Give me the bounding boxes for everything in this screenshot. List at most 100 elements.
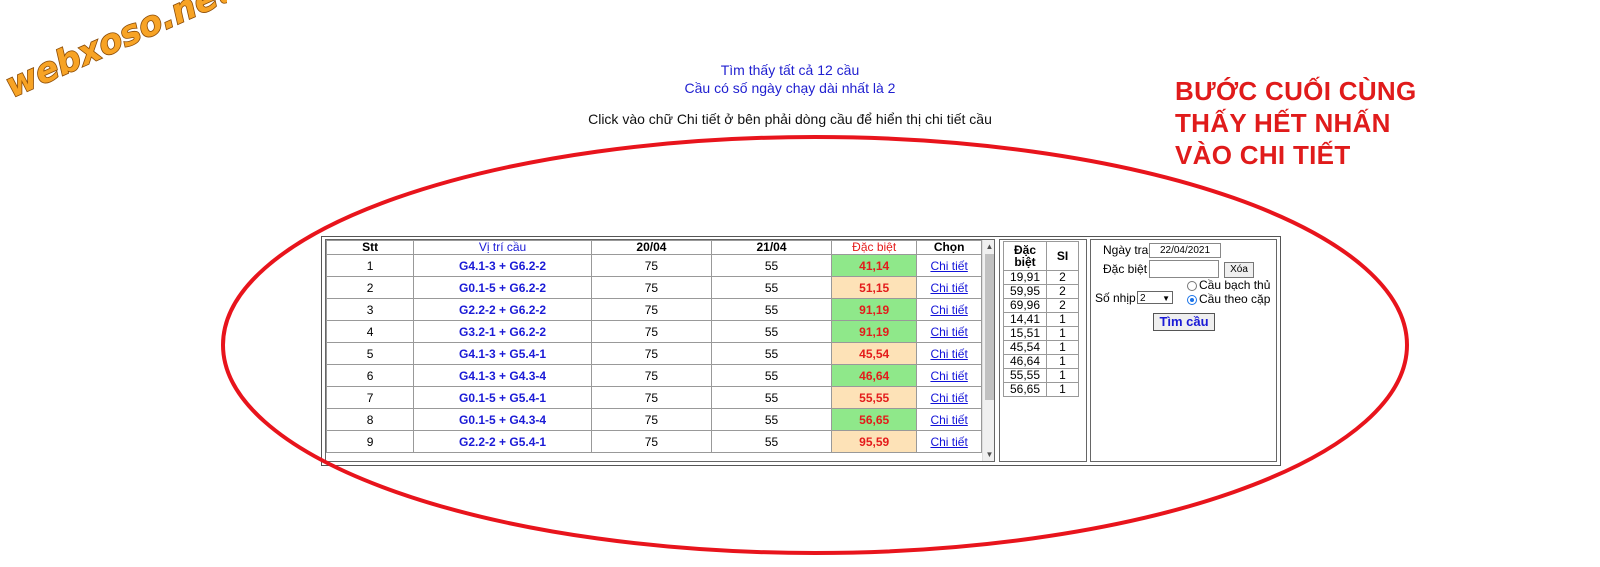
stats-row: 45,54 1 — [1003, 340, 1079, 355]
row-day1: 75 — [590, 342, 712, 365]
row-day2: 55 — [710, 430, 833, 453]
option-pair-label[interactable]: Cầu theo cặp — [1199, 292, 1270, 306]
row-position: G0.1-5 + G4.3-4 — [413, 408, 592, 431]
row-day2: 55 — [710, 364, 833, 387]
stats-count: 1 — [1046, 312, 1079, 327]
stats-count: 1 — [1046, 382, 1079, 397]
row-day1: 75 — [590, 298, 712, 321]
row-special: 95,59 — [831, 430, 918, 453]
stats-value: 15,51 — [1003, 326, 1047, 341]
row-day1: 75 — [590, 276, 712, 299]
row-stt: 5 — [326, 342, 415, 365]
special-stats-table: Đặc biệt SI 19,91 2 59,95 2 69,96 2 14,41 1 15,5… — [1003, 241, 1079, 397]
table-row: 3 G2.2-2 + G6.2-2 75 55 91,19 Chi tiết — [326, 298, 982, 321]
radio-single-bridge[interactable] — [1187, 281, 1197, 291]
row-position: G0.1-5 + G5.4-1 — [413, 386, 592, 409]
bridge-table-header: Stt Vị trí cầu 20/04 21/04 Đặc biệt Chọn — [326, 240, 982, 255]
detail-link[interactable]: Chi tiết — [930, 303, 967, 317]
row-special: 91,19 — [831, 298, 918, 321]
stats-value: 45,54 — [1003, 340, 1047, 355]
table-row: 1 G4.1-3 + G6.2-2 75 55 41,14 Chi tiết — [326, 254, 982, 277]
header-choose: Chọn — [916, 240, 982, 255]
stats-row: 69,96 2 — [1003, 298, 1079, 313]
special-stats-container: Đặc biệt SI 19,91 2 59,95 2 69,96 2 14,41 1 15,5… — [999, 239, 1087, 462]
stats-value: 69,96 — [1003, 298, 1047, 313]
row-choose: Chi tiết — [916, 342, 982, 365]
search-form: Ngày tra 22/04/2021 Đặc biệt Xóa Số nhịp… — [1090, 239, 1277, 462]
row-stt: 1 — [326, 254, 415, 277]
row-day2: 55 — [710, 320, 833, 343]
row-special: 41,14 — [831, 254, 918, 277]
table-row: 6 G4.1-3 + G4.3-4 75 55 46,64 Chi tiết — [326, 364, 982, 387]
row-choose: Chi tiết — [916, 276, 982, 299]
scrollbar-thumb[interactable] — [985, 254, 994, 400]
row-day1: 75 — [590, 254, 712, 277]
row-position: G2.2-2 + G5.4-1 — [413, 430, 592, 453]
date-input[interactable]: 22/04/2021 — [1149, 243, 1221, 258]
row-stt: 8 — [326, 408, 415, 431]
row-stt: 2 — [326, 276, 415, 299]
stats-value: 59,95 — [1003, 284, 1047, 299]
scroll-down-arrow-icon[interactable]: ▼ — [983, 448, 994, 461]
row-special: 51,15 — [831, 276, 918, 299]
detail-link[interactable]: Chi tiết — [930, 391, 967, 405]
stats-row: 59,95 2 — [1003, 284, 1079, 299]
stats-header-special: Đặc biệt — [1003, 241, 1047, 271]
find-bridge-button[interactable]: Tìm cầu — [1153, 313, 1215, 331]
row-position: G4.1-3 + G5.4-1 — [413, 342, 592, 365]
row-day1: 75 — [590, 408, 712, 431]
row-day2: 55 — [710, 386, 833, 409]
rhythm-label: Số nhịp — [1095, 291, 1136, 305]
row-choose: Chi tiết — [916, 408, 982, 431]
detail-link[interactable]: Chi tiết — [930, 325, 967, 339]
row-day2: 55 — [710, 408, 833, 431]
row-choose: Chi tiết — [916, 254, 982, 277]
detail-link[interactable]: Chi tiết — [930, 347, 967, 361]
table-row: 8 G0.1-5 + G4.3-4 75 55 56,65 Chi tiết — [326, 408, 982, 431]
bridge-table-container: Stt Vị trí cầu 20/04 21/04 Đặc biệt Chọn… — [325, 239, 995, 462]
stats-count: 1 — [1046, 326, 1079, 341]
row-stt: 6 — [326, 364, 415, 387]
detail-link[interactable]: Chi tiết — [930, 435, 967, 449]
stats-row: 19,91 2 — [1003, 270, 1079, 285]
stats-count: 1 — [1046, 368, 1079, 383]
radio-pair-bridge[interactable] — [1187, 295, 1197, 305]
rhythm-select-value: 2 — [1140, 293, 1146, 304]
table-scrollbar[interactable]: ▲ ▼ — [982, 240, 994, 461]
detail-link[interactable]: Chi tiết — [930, 413, 967, 427]
detail-link[interactable]: Chi tiết — [930, 259, 967, 273]
stats-value: 46,64 — [1003, 354, 1047, 369]
row-choose: Chi tiết — [916, 320, 982, 343]
table-row: 2 G0.1-5 + G6.2-2 75 55 51,15 Chi tiết — [326, 276, 982, 299]
stats-value: 56,65 — [1003, 382, 1047, 397]
row-stt: 9 — [326, 430, 415, 453]
row-position: G2.2-2 + G6.2-2 — [413, 298, 592, 321]
row-choose: Chi tiết — [916, 430, 982, 453]
date-label: Ngày tra — [1103, 243, 1149, 257]
row-special: 91,19 — [831, 320, 918, 343]
option-single-label[interactable]: Cầu bạch thủ — [1199, 278, 1270, 292]
clear-button[interactable]: Xóa — [1224, 262, 1254, 278]
header-position: Vị trí cầu — [413, 240, 592, 255]
header-day2: 21/04 — [710, 240, 833, 255]
stats-row: 46,64 1 — [1003, 354, 1079, 369]
row-choose: Chi tiết — [916, 364, 982, 387]
row-day2: 55 — [710, 342, 833, 365]
table-row: 9 G2.2-2 + G5.4-1 75 55 95,59 Chi tiết — [326, 430, 982, 453]
stats-value: 14,41 — [1003, 312, 1047, 327]
row-position: G4.1-3 + G6.2-2 — [413, 254, 592, 277]
row-stt: 3 — [326, 298, 415, 321]
annotation-line-1: BƯỚC CUỐI CÙNG — [1175, 76, 1417, 106]
detail-link[interactable]: Chi tiết — [930, 369, 967, 383]
row-special: 46,64 — [831, 364, 918, 387]
stats-count: 1 — [1046, 340, 1079, 355]
rhythm-select[interactable]: 2 ▼ — [1137, 291, 1173, 304]
special-input[interactable] — [1149, 260, 1219, 278]
row-day2: 55 — [710, 254, 833, 277]
detail-link[interactable]: Chi tiết — [930, 281, 967, 295]
stats-value: 55,55 — [1003, 368, 1047, 383]
table-row: 7 G0.1-5 + G5.4-1 75 55 55,55 Chi tiết — [326, 386, 982, 409]
stats-count: 1 — [1046, 354, 1079, 369]
row-special: 56,65 — [831, 408, 918, 431]
scroll-up-arrow-icon[interactable]: ▲ — [983, 240, 994, 253]
